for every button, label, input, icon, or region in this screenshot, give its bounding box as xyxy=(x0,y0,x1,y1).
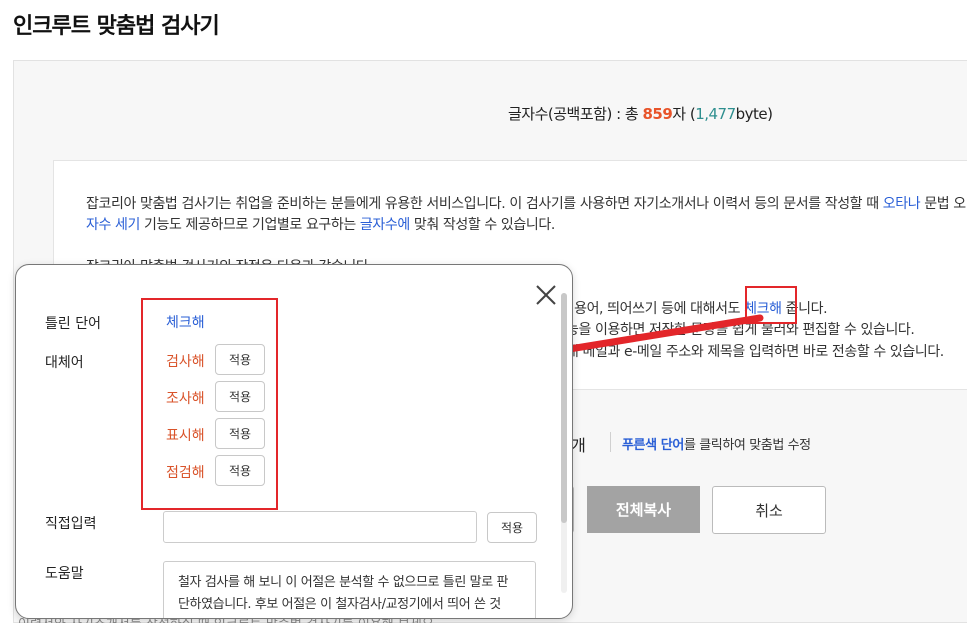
text-line-5: 능을 이용하면 저장한 문장을 쉽게 불러와 편집할 수 있습니다. xyxy=(566,322,915,338)
text-segment: 기능도 제공하므로 기업별로 요구하는 xyxy=(139,217,360,233)
error-count-unit: 개 xyxy=(571,436,586,455)
misspelled-word[interactable]: 오타나 xyxy=(883,196,921,212)
counter-prefix: 글자수(공백포함) : 총 xyxy=(508,105,643,123)
close-icon[interactable] xyxy=(534,283,558,307)
misspelled-word[interactable]: 자수 세기 xyxy=(86,217,140,233)
text-segment: 문법 오 xyxy=(920,196,966,212)
help-text-box: 철자 검사를 해 보니 이 어절은 분석할 수 없으므로 틀린 말로 판 단하였… xyxy=(163,561,536,618)
divider xyxy=(610,432,611,452)
text-line-6: 내 메일과 e-메일 주소와 제목을 입력하면 바로 전송할 수 있습니다. xyxy=(566,344,944,360)
copy-all-button[interactable]: 전체복사 xyxy=(587,486,700,533)
text-line-1: 잡코리아 맞춤법 검사기는 취업을 준비하는 분들에게 유용한 서비스입니다. … xyxy=(86,193,966,213)
text-segment: 맞춰 작성할 수 있습니다. xyxy=(409,217,555,233)
annotation-box-word xyxy=(745,286,797,324)
text-segment: 잡코리아 맞춤법 검사기는 취업을 준비하는 분들에게 유용한 서비스입니다. … xyxy=(86,196,883,212)
counter-suffix: 자 ( xyxy=(672,105,696,123)
byte-count: 1,477 xyxy=(695,105,736,123)
byte-unit: byte) xyxy=(735,105,773,123)
cancel-button[interactable]: 취소 xyxy=(712,486,826,534)
hint-text: 푸른색 단어를 클릭하여 맞춤법 수정 xyxy=(622,434,811,453)
correction-popup: 틀린 단어 체크해 대체어 검사해 적용 조사해 적용 표시해 적용 점검해 적… xyxy=(15,264,573,619)
text-line-2: 자수 세기 기능도 제공하므로 기업별로 요구하는 글자수에 맞춰 작성할 수 … xyxy=(86,214,555,234)
help-text-line-1: 철자 검사를 해 보니 이 어절은 분석할 수 없으므로 틀린 말로 판 xyxy=(178,575,509,590)
annotation-box-suggestions xyxy=(141,298,278,510)
help-text-line-2: 단하였습니다. 후보 어절은 이 철자검사/교정기에서 띄어 쓴 것 xyxy=(178,597,501,612)
hint-rest: 를 클릭하여 맞춤법 수정 xyxy=(683,438,811,453)
page-title: 인크루트 맞춤법 검사기 xyxy=(13,14,220,39)
direct-input-field[interactable] xyxy=(163,511,477,543)
misspelled-word[interactable]: 글자수에 xyxy=(360,217,410,233)
wrong-word-label: 틀린 단어 xyxy=(45,316,101,332)
direct-apply-button[interactable]: 적용 xyxy=(487,512,537,543)
char-count: 859 xyxy=(642,105,673,123)
popup-scrollbar[interactable] xyxy=(561,293,567,593)
help-label: 도움말 xyxy=(45,566,84,582)
char-counter: 글자수(공백포함) : 총 859자 (1,477byte) xyxy=(508,103,773,124)
direct-input-label: 직접입력 xyxy=(45,516,97,532)
text-segment: , 용어, 띄어쓰기 등에 대해서도 xyxy=(566,301,745,317)
scroll-thumb[interactable] xyxy=(561,293,567,523)
alternative-label: 대체어 xyxy=(45,355,84,371)
hint-highlight: 푸른색 단어 xyxy=(622,438,684,453)
